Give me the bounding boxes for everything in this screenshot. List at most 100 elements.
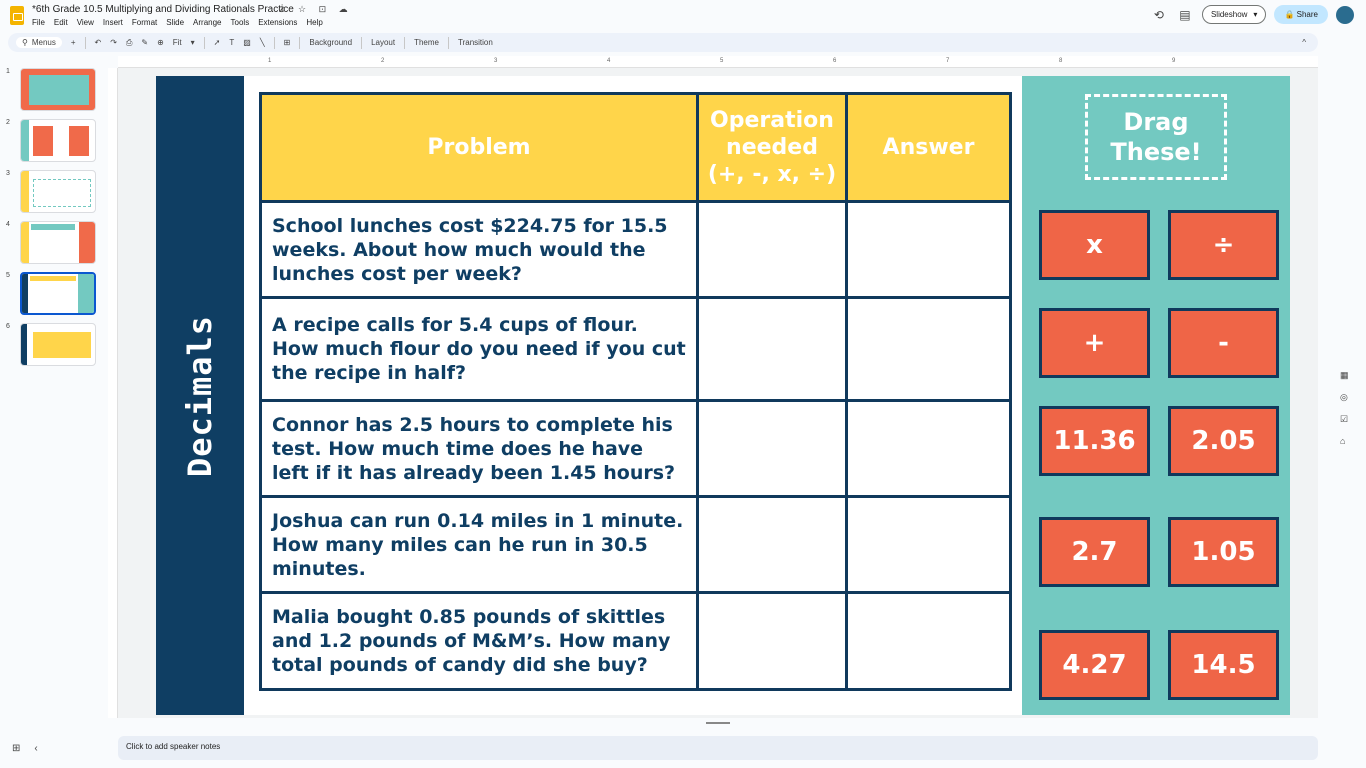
image-icon[interactable]: ▨ [243,38,251,47]
comment-icon[interactable]: ▤ [1176,8,1194,22]
keep-icon[interactable]: ◎ [1340,392,1349,403]
tile-answer-2-05[interactable]: 2.05 [1168,406,1279,476]
operation-cell[interactable] [696,399,848,498]
side-band: Decimals [156,76,244,715]
thumbnail[interactable] [20,323,96,366]
zoom-chevron-icon[interactable]: ▾ [191,38,195,47]
answer-cell[interactable] [845,399,1012,498]
operation-cell[interactable] [696,495,848,594]
theme-button[interactable]: Theme [414,38,439,47]
chevron-down-icon[interactable]: ▾ [1253,6,1257,23]
divider [203,36,205,49]
tasks-icon[interactable]: ☑ [1340,414,1349,425]
select-icon[interactable]: ➚ [214,38,221,47]
comment-add-icon[interactable]: ⊞ [284,38,291,47]
slideshow-button[interactable]: Slideshow ▾ [1201,5,1267,24]
slide-thumb-5[interactable]: 5 [6,272,96,315]
table-row: School lunches cost $224.75 for 15.5 wee… [259,200,1012,299]
collapse-toolbar-icon[interactable]: ^ [1302,38,1306,47]
tile-answer-1-05[interactable]: 1.05 [1168,517,1279,587]
menu-arrange[interactable]: Arrange [193,18,221,27]
tile-add[interactable]: + [1039,308,1150,378]
calendar-icon[interactable]: ▦ [1340,370,1349,381]
problem-cell[interactable]: A recipe calls for 5.4 cups of flour. Ho… [259,296,699,402]
operation-cell[interactable] [696,200,848,299]
collapse-filmstrip-icon[interactable]: ‹ [34,743,37,754]
history-icon[interactable]: ⟲ [1150,8,1168,22]
operation-cell[interactable] [696,296,848,402]
zoom-icon[interactable]: ⊕ [157,38,164,47]
tile-answer-2-7[interactable]: 2.7 [1039,517,1150,587]
slide-thumb-2[interactable]: 2 [6,119,96,162]
divider [299,36,301,49]
menu-view[interactable]: View [77,18,94,27]
drag-these-label[interactable]: Drag These! [1085,94,1227,180]
tile-divide[interactable]: ÷ [1168,210,1279,280]
paint-format-icon[interactable]: ✎ [141,38,148,47]
horizontal-ruler[interactable]: 1 2 3 4 5 6 7 8 9 [118,56,1318,68]
problem-cell[interactable]: Joshua can run 0.14 miles in 1 minute. H… [259,495,699,594]
tile-multiply[interactable]: x [1039,210,1150,280]
menu-help[interactable]: Help [306,18,322,27]
line-icon[interactable]: ╲ [260,38,265,47]
menu-edit[interactable]: Edit [54,18,68,27]
undo-icon[interactable]: ↶ [95,38,102,47]
text-box-icon[interactable]: T [229,38,234,47]
slide-thumb-6[interactable]: 6 [6,323,96,366]
menus-search[interactable]: ⚲ Menus [16,37,62,48]
menu-tools[interactable]: Tools [231,18,250,27]
menu-slide[interactable]: Slide [166,18,184,27]
answer-cell[interactable] [845,296,1012,402]
operation-cell[interactable] [696,591,848,691]
slide[interactable]: Decimals Problem Operation needed (+, -,… [156,76,1290,715]
new-slide-icon[interactable]: + [71,38,76,47]
table-row: Connor has 2.5 hours to complete his tes… [259,399,1012,498]
problem-cell[interactable]: Malia bought 0.85 pounds of skittles and… [259,591,699,691]
table-row: A recipe calls for 5.4 cups of flour. Ho… [259,296,1012,402]
thumbnail-active[interactable] [20,272,96,315]
zoom-select[interactable]: Fit [173,38,182,47]
document-title[interactable]: *6th Grade 10.5 Multiplying and Dividing… [32,4,294,15]
share-button[interactable]: 🔒 Share [1274,5,1328,24]
menu-insert[interactable]: Insert [103,18,123,27]
notes-resize-handle[interactable] [706,722,730,724]
grid-view-icon[interactable]: ⊞ [12,743,20,754]
menu-file[interactable]: File [32,18,45,27]
slide-thumb-4[interactable]: 4 [6,221,96,264]
problem-cell[interactable]: Connor has 2.5 hours to complete his tes… [259,399,699,498]
thumbnail[interactable] [20,119,96,162]
side-title[interactable]: Decimals [181,315,219,477]
search-label: Menus [31,38,56,47]
header-operation[interactable]: Operation needed (+, -, x, ÷) [696,92,848,203]
slides-logo-icon[interactable] [10,6,24,25]
problem-table[interactable]: Problem Operation needed (+, -, x, ÷) An… [259,92,1012,691]
avatar[interactable] [1336,5,1354,24]
menu-format[interactable]: Format [132,18,157,27]
slide-thumb-3[interactable]: 3 [6,170,96,213]
slide-thumb-1[interactable]: 1 [6,68,96,111]
answer-cell[interactable] [845,495,1012,594]
print-icon[interactable]: ⎙ [126,38,132,48]
search-icon: ⚲ [22,38,28,47]
tile-answer-4-27[interactable]: 4.27 [1039,630,1150,700]
maps-icon[interactable]: ⌂ [1340,436,1349,446]
title-action-icons[interactable]: ⊘ ☆ ⊡ ☁ [278,4,353,15]
thumbnail[interactable] [20,221,96,264]
layout-button[interactable]: Layout [371,38,395,47]
answer-cell[interactable] [845,200,1012,299]
thumbnail[interactable] [20,68,96,111]
tile-subtract[interactable]: - [1168,308,1279,378]
redo-icon[interactable]: ↷ [110,38,117,47]
menu-extensions[interactable]: Extensions [258,18,297,27]
thumbnail[interactable] [20,170,96,213]
header-problem[interactable]: Problem [259,92,699,203]
speaker-notes[interactable]: Click to add speaker notes [118,736,1318,760]
problem-cell[interactable]: School lunches cost $224.75 for 15.5 wee… [259,200,699,299]
header-answer[interactable]: Answer [845,92,1012,203]
background-button[interactable]: Background [309,38,352,47]
tile-answer-14-5[interactable]: 14.5 [1168,630,1279,700]
answer-cell[interactable] [845,591,1012,691]
vertical-ruler[interactable] [108,68,118,718]
tile-answer-11-36[interactable]: 11.36 [1039,406,1150,476]
transition-button[interactable]: Transition [458,38,493,47]
